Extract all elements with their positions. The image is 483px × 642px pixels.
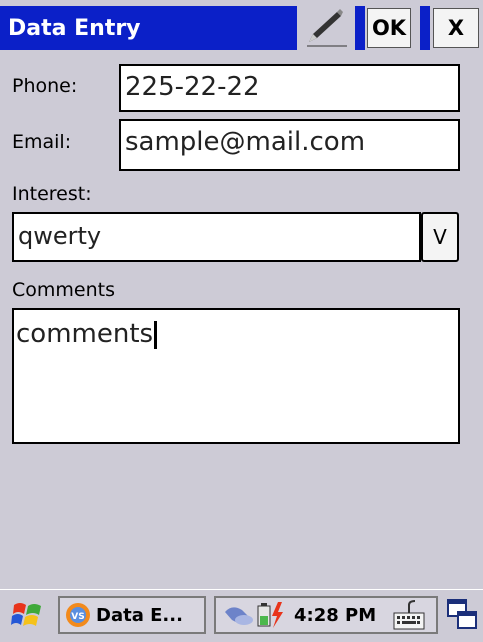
app-icon: VS: [66, 603, 90, 627]
ok-button[interactable]: OK: [367, 8, 411, 48]
window-title: Data Entry: [8, 16, 141, 41]
taskbar: VS Data E... 4:28 PM: [0, 589, 483, 642]
pencil-icon[interactable]: [299, 6, 353, 50]
svg-text:VS: VS: [71, 612, 84, 622]
windows-flag-icon[interactable]: [10, 597, 46, 633]
title-separator: [355, 6, 365, 50]
clock[interactable]: 4:28 PM: [294, 605, 376, 626]
comments-text: comments: [16, 319, 154, 349]
window-switch-icon[interactable]: [446, 598, 478, 630]
comments-label: Comments: [12, 279, 115, 301]
network-icon[interactable]: [222, 600, 256, 630]
keyboard-icon[interactable]: [391, 597, 427, 633]
phone-field[interactable]: 225-22-22: [119, 64, 460, 112]
comments-textarea[interactable]: comments: [12, 308, 460, 444]
interest-label: Interest:: [12, 183, 92, 205]
interest-select[interactable]: qwerty: [12, 212, 421, 262]
text-caret: [154, 320, 158, 349]
email-label: Email:: [12, 131, 72, 153]
battery-icon[interactable]: [256, 600, 286, 630]
interest-dropdown-button[interactable]: V: [421, 212, 459, 262]
email-field[interactable]: sample@mail.com: [119, 119, 460, 171]
title-bar: Data Entry OK X: [0, 0, 483, 56]
title-separator: [420, 6, 430, 50]
close-button[interactable]: X: [433, 8, 479, 48]
phone-label: Phone:: [12, 75, 78, 97]
task-button-data-entry[interactable]: VS Data E...: [58, 596, 206, 634]
task-button-label: Data E...: [96, 604, 183, 626]
